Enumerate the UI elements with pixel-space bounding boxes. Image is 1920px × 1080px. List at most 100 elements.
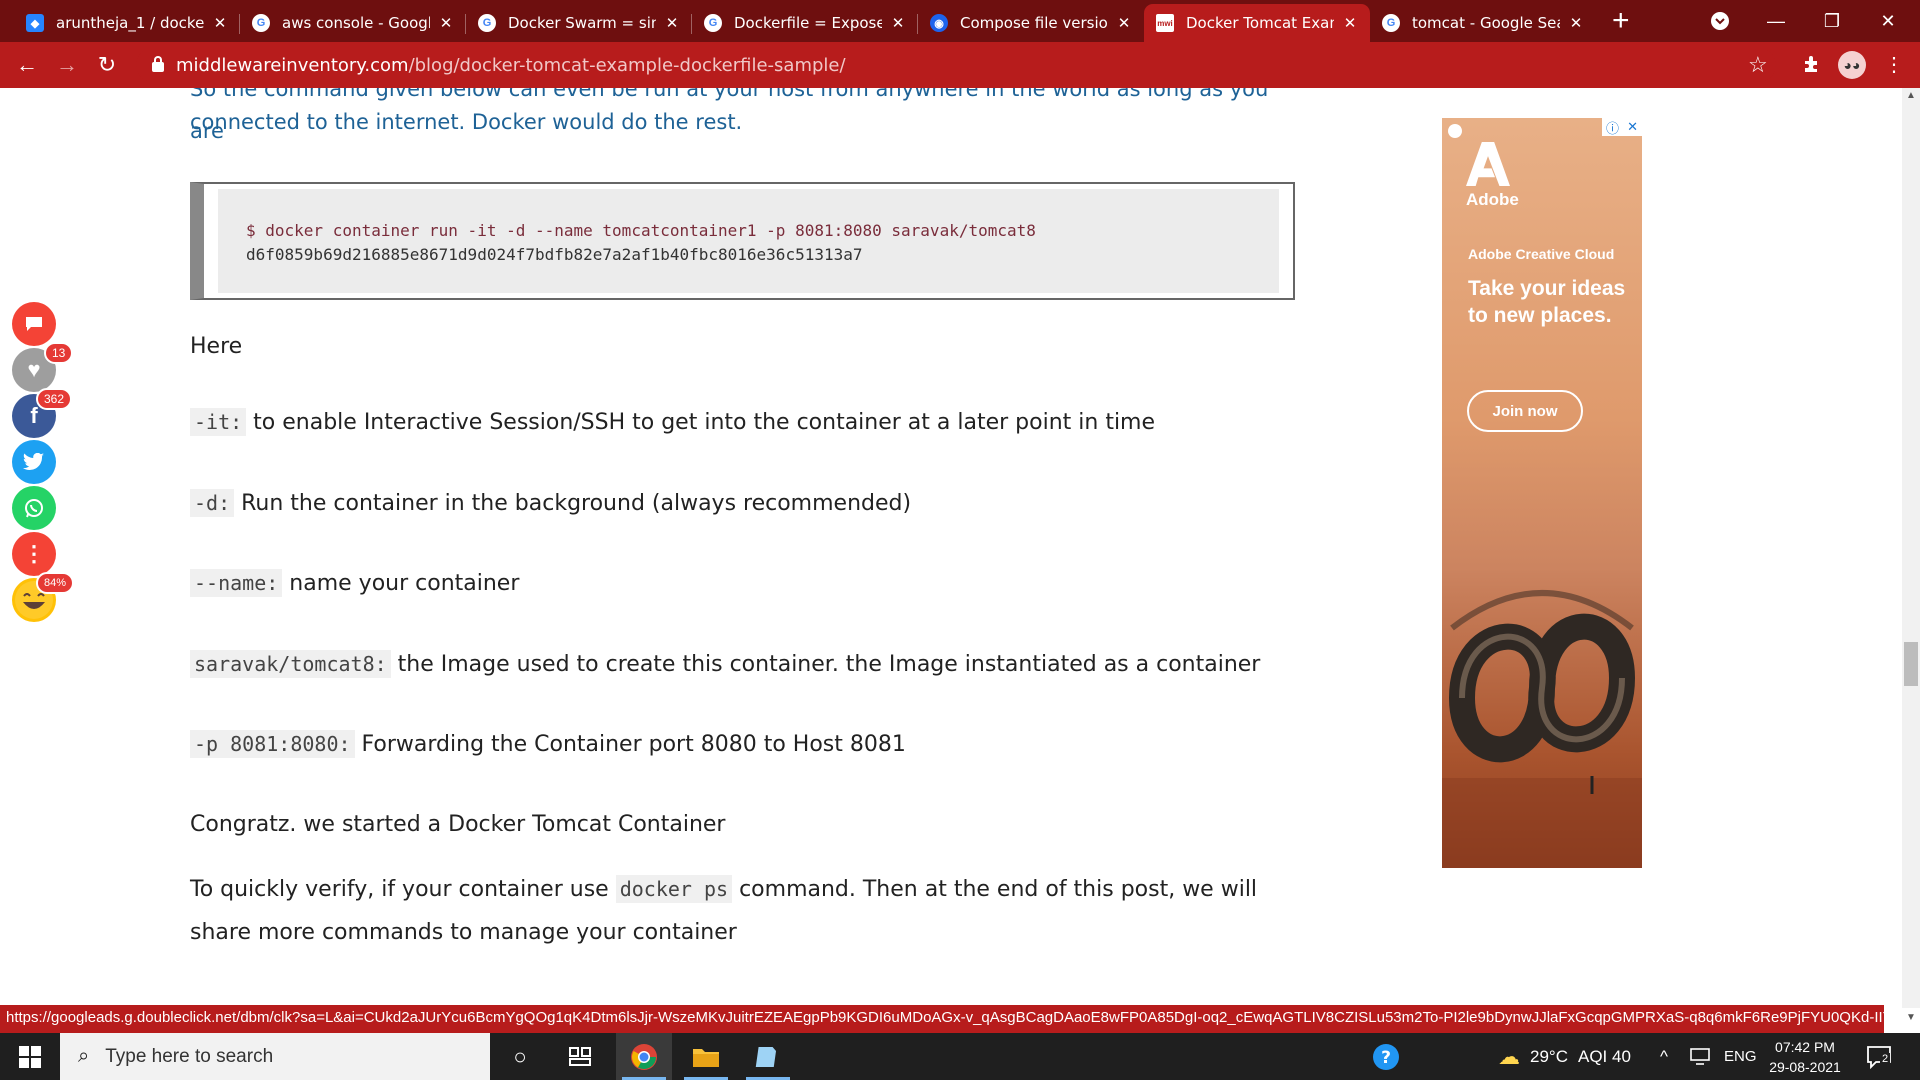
- whatsapp-icon[interactable]: [12, 486, 56, 530]
- search-icon: ⌕: [78, 1045, 90, 1067]
- tab-title: aruntheja_1 / docker -: [56, 14, 204, 32]
- chrome-taskbar-icon[interactable]: [616, 1033, 672, 1080]
- taskbar-search-input[interactable]: ⌕ Type here to search: [60, 1033, 490, 1080]
- option-flag: --name:: [190, 569, 283, 597]
- minimize-icon[interactable]: —: [1748, 0, 1804, 42]
- ad-close-icon[interactable]: ⓘ ✕: [1602, 118, 1642, 136]
- bitbucket-icon: ◆: [26, 14, 44, 32]
- close-tab-icon[interactable]: ✕: [1114, 14, 1134, 32]
- option-d: -d: Run the container in the background …: [190, 489, 911, 517]
- page-scrollbar[interactable]: [1902, 88, 1920, 1008]
- tab-title: Docker Tomcat Examp: [1186, 14, 1334, 32]
- notification-center-icon[interactable]: 2: [1866, 1033, 1892, 1080]
- cortana-icon[interactable]: ○: [492, 1033, 548, 1080]
- profile-avatar-icon[interactable]: ◕◕: [1838, 51, 1866, 79]
- comment-icon[interactable]: [12, 302, 56, 346]
- google-icon: G: [478, 14, 496, 32]
- tab-docker-swarm[interactable]: G Docker Swarm = singl ✕: [466, 4, 692, 42]
- help-icon[interactable]: ?: [1358, 1033, 1414, 1080]
- tab-search-icon[interactable]: [1692, 0, 1748, 42]
- tab-bitbucket[interactable]: ◆ aruntheja_1 / docker - ✕: [14, 4, 240, 42]
- language-indicator[interactable]: ENG: [1724, 1033, 1757, 1080]
- option-flag: -it:: [190, 408, 247, 436]
- close-tab-icon[interactable]: ✕: [436, 14, 456, 32]
- close-tab-icon[interactable]: ✕: [210, 14, 230, 32]
- option-it: -it: to enable Interactive Session/SSH t…: [190, 408, 1156, 436]
- tab-docker-tomcat[interactable]: mwi Docker Tomcat Examp ✕: [1144, 4, 1370, 42]
- option-name: --name: name your container: [190, 569, 520, 597]
- back-arrow-icon[interactable]: ←: [12, 50, 42, 80]
- adchoices-icon[interactable]: [1448, 124, 1462, 138]
- task-view-icon[interactable]: [552, 1033, 608, 1080]
- tab-dockerfile[interactable]: G Dockerfile = Expose, V ✕: [692, 4, 918, 42]
- forward-arrow-icon[interactable]: →: [52, 50, 82, 80]
- likes-count-badge: 13: [44, 342, 74, 364]
- ad-product: Adobe Creative Cloud: [1468, 246, 1615, 262]
- close-window-icon[interactable]: ✕: [1860, 0, 1916, 42]
- ad-brand: Adobe: [1466, 190, 1519, 209]
- weather-widget[interactable]: ☁ 29°C AQI 40: [1498, 1033, 1631, 1080]
- restore-icon[interactable]: ❐: [1804, 0, 1860, 42]
- more-share-icon[interactable]: ⋮: [12, 532, 56, 576]
- option-flag: saravak/tomcat8:: [190, 650, 391, 678]
- tab-compose-file[interactable]: ◉ Compose file version ✕: [918, 4, 1144, 42]
- option-text: name your container: [289, 571, 520, 596]
- tab-strip: ◆ aruntheja_1 / docker - ✕ G aws console…: [0, 0, 1920, 42]
- ad-artwork: [1442, 590, 1642, 868]
- svg-text:?: ?: [1381, 1048, 1391, 1068]
- windows-start-icon[interactable]: [0, 1033, 60, 1080]
- here-heading: Here: [190, 334, 243, 359]
- option-text: to enable Interactive Session/SSH to get…: [253, 410, 1156, 435]
- scrollbar-thumb[interactable]: [1904, 642, 1918, 686]
- weather-cloud-icon: ☁: [1498, 1043, 1520, 1069]
- aqi-text: AQI 40: [1577, 1046, 1631, 1066]
- tab-aws-console[interactable]: G aws console - Google ✕: [240, 4, 466, 42]
- clock-date: 29-08-2021: [1769, 1059, 1841, 1075]
- lock-icon: [152, 56, 164, 72]
- code-command: $ docker container run -it -d --name tom…: [246, 221, 1036, 240]
- close-tab-icon[interactable]: ✕: [1340, 14, 1360, 32]
- search-placeholder: Type here to search: [105, 1045, 274, 1067]
- browser-toolbar: ← → ↻ middlewareinventory.com/blog/docke…: [0, 42, 1920, 88]
- network-icon[interactable]: [1690, 1033, 1712, 1080]
- tab-title: Dockerfile = Expose, V: [734, 14, 882, 32]
- notification-count: 2: [1880, 1053, 1891, 1065]
- url-text: middlewareinventory.com/blog/docker-tomc…: [176, 54, 846, 76]
- extensions-puzzle-icon[interactable]: [1798, 50, 1826, 78]
- scroll-up-icon[interactable]: ▲: [1902, 90, 1920, 106]
- tray-chevron-icon[interactable]: ^: [1660, 1033, 1668, 1080]
- close-tab-icon[interactable]: ✕: [1566, 14, 1586, 32]
- google-icon: G: [252, 14, 270, 32]
- code-block: $ docker container run -it -d --name tom…: [190, 182, 1295, 300]
- option-flag: -d:: [190, 489, 235, 517]
- congrats-link[interactable]: Congratz. we started a Docker Tomcat Con…: [190, 812, 725, 837]
- adobe-ad-banner[interactable]: ⓘ ✕ Adobe Adobe Creative Cloud Take your …: [1442, 118, 1642, 868]
- tab-tomcat-search[interactable]: G tomcat - Google Sear ✕: [1370, 4, 1596, 42]
- option-image: saravak/tomcat8: the Image used to creat…: [190, 650, 1260, 678]
- ad-join-button[interactable]: Join now: [1467, 390, 1583, 432]
- adobe-logo-icon: [1466, 142, 1510, 186]
- google-icon: G: [704, 14, 722, 32]
- status-bar-url: https://googleads.g.doubleclick.net/dbm/…: [0, 1005, 1884, 1033]
- google-icon: G: [1382, 14, 1400, 32]
- verify-paragraph: To quickly verify, if your container use…: [190, 875, 1258, 945]
- close-tab-icon[interactable]: ✕: [888, 14, 908, 32]
- file-explorer-icon[interactable]: [678, 1033, 734, 1080]
- page-content: So the command given below can even be r…: [0, 88, 1920, 1008]
- docker-icon: ◉: [930, 14, 948, 32]
- reload-icon[interactable]: ↻: [92, 50, 122, 80]
- address-bar[interactable]: middlewareinventory.com/blog/docker-tomc…: [136, 48, 1776, 82]
- intro-link-text: connected to the internet. Docker would …: [190, 110, 743, 134]
- tab-title: Docker Swarm = singl: [508, 14, 656, 32]
- option-text: Forwarding the Container port 8080 to Ho…: [361, 732, 906, 757]
- twitter-icon[interactable]: [12, 440, 56, 484]
- menu-kebab-icon[interactable]: ⋮: [1880, 50, 1908, 78]
- taskbar-clock[interactable]: 07:42 PM 29-08-2021: [1762, 1037, 1848, 1077]
- notepad-app-icon[interactable]: [740, 1033, 796, 1080]
- scroll-down-icon[interactable]: ▼: [1902, 1012, 1920, 1028]
- close-tab-icon[interactable]: ✕: [662, 14, 682, 32]
- mwi-icon: mwi: [1156, 14, 1174, 32]
- tab-title: aws console - Google: [282, 14, 430, 32]
- new-tab-plus-icon[interactable]: +: [1612, 6, 1630, 36]
- bookmark-star-icon[interactable]: ☆: [1748, 52, 1768, 78]
